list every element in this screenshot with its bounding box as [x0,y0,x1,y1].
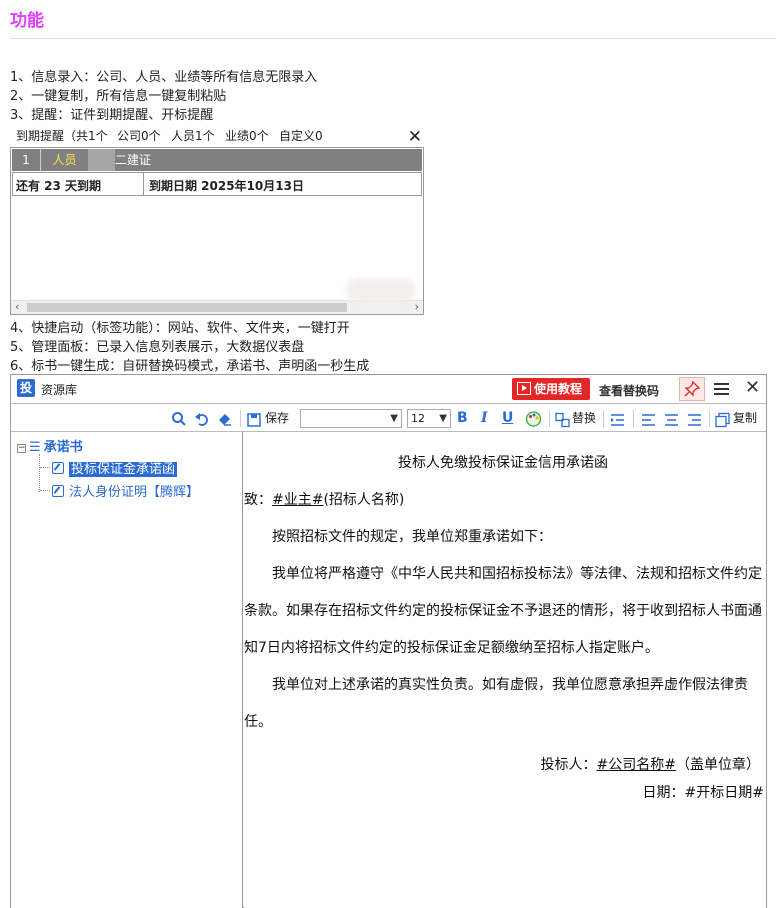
resource-library-window: 投 资源库 使用教程 查看替换码 ✕ 保存 ▼ 12 ▼ B I U 替换 复制… [10,374,767,908]
undo-icon[interactable] [194,409,210,429]
chevron-down-icon: ▼ [390,413,398,424]
tab-expiry-reminders[interactable]: 到期提醒（共1个 [16,127,108,144]
edit-icon [52,462,64,474]
list-icon: ☰ [29,440,41,455]
scroll-right-icon[interactable]: › [415,300,419,313]
align-left-icon[interactable] [641,410,656,430]
window-close-icon[interactable]: ✕ [745,377,760,398]
reminder-row-detail[interactable]: 还有 23 天到期 到期日期 2025年10月13日 [12,172,422,196]
row-category: 人员 [52,153,77,167]
blurred-area [346,278,416,302]
row-index: 1 [12,149,41,171]
doc-signature: 投标人：#公司名称#（盖单位章） [540,757,760,773]
tab-custom[interactable]: 自定义0 [279,127,323,144]
tree-root-label: 承诺书 [43,440,83,455]
doc-para1-line1: 我单位将严格遵守《中华人民共和国招标投标法》等法律、法规和招标文件约定 [272,566,762,582]
search-icon[interactable] [171,409,187,429]
collapse-icon[interactable]: − [17,444,26,453]
feature-line-2: 2、一键复制，所有信息一键复制粘贴 [10,89,227,104]
tree-item-label: 法人身份证明【腾辉】 [69,485,200,500]
feature-line-1: 1、信息录入：公司、人员、业绩等所有信息无限录入 [10,70,318,85]
chevron-down-icon: ▼ [439,413,447,424]
scroll-thumb[interactable] [27,303,347,312]
bold-icon[interactable]: B [457,408,468,428]
close-icon[interactable]: ✕ [408,127,422,147]
pin-icon [684,380,701,397]
due-date: 到期日期 2025年10月13日 [149,179,304,193]
doc-para1-line3: 知7日内将招标文件约定的投标保证金足额缴纳至招标人指定账户。 [244,640,659,656]
color-palette-icon[interactable] [525,409,542,429]
editor-toolbar: 保存 ▼ 12 ▼ B I U 替换 复制 [11,403,766,432]
doc-intro: 按照招标文件的规定，我单位郑重承诺如下： [272,529,552,545]
doc-para2-line1: 我单位对上述承诺的真实性负责。如有虚假，我单位愿意承担弄虚作假法律责 [272,677,748,693]
copy-button[interactable]: 复制 [733,408,757,428]
row-cert: 二建证 [115,153,152,167]
tree-item-label: 投标保证金承诺函 [69,462,178,477]
feature-line-4: 4、快捷启动（标签功能）：网站、软件、文件夹，一键打开 [10,321,350,336]
font-size-select[interactable]: 12 ▼ [407,409,451,428]
tab-performance[interactable]: 业绩0个 [225,127,269,144]
document-editor[interactable]: 投标人免缴投标保证金信用承诺函 致：#业主#(招标人名称) 按照招标文件的规定，… [244,432,766,908]
edit-icon [52,485,64,497]
tutorial-button[interactable]: 使用教程 [512,378,590,400]
feature-line-5: 5、管理面板：已录入信息列表展示，大数据仪表盘 [10,340,305,355]
doc-para2-line2: 任。 [244,714,272,730]
doc-title: 投标人免缴投标保证金信用承诺函 [398,455,608,471]
replace-button[interactable]: 替换 [572,408,596,428]
tutorial-button-label: 使用教程 [534,382,583,396]
tab-company[interactable]: 公司0个 [117,127,161,144]
horizontal-scrollbar[interactable]: ‹ › [11,300,423,314]
window-titlebar: 投 资源库 使用教程 查看替换码 ✕ [11,375,766,403]
save-button[interactable]: 保存 [265,408,289,428]
copy-icon[interactable] [715,410,730,430]
underline-icon[interactable]: U [502,408,513,428]
page-title: 功能 [10,11,44,31]
save-icon[interactable] [247,410,261,430]
view-codes-button[interactable]: 查看替换码 [599,382,659,399]
window-title: 资源库 [41,383,78,397]
feature-line-3: 3、提醒：证件到期提醒、开标提醒 [10,108,214,123]
align-right-icon[interactable] [687,410,702,430]
scroll-left-icon[interactable]: ‹ [15,300,19,313]
indent-icon[interactable] [610,410,625,430]
tree-root-node[interactable]: − ☰ 承诺书 [17,436,83,455]
menu-icon[interactable] [714,383,729,398]
tree-item-legal-id[interactable]: 法人身份证明【腾辉】 [52,481,199,500]
doc-para1-line2: 条款。如果存在招标文件约定的投标保证金不予退还的情形，将于收到招标人书面通 [244,603,762,619]
feature-line-6: 6、标书一键生成：自研替换码模式，承诺书、声明函一秒生成 [10,359,370,374]
template-tree: − ☰ 承诺书 投标保证金承诺函 法人身份证明【腾辉】 [11,432,243,908]
tab-personnel[interactable]: 人员1个 [171,127,215,144]
app-logo-icon: 投 [17,379,35,397]
pin-button[interactable] [679,377,705,401]
italic-icon[interactable]: I [481,408,488,428]
divider [10,38,776,39]
days-remaining: 还有 23 天到期 [16,179,102,193]
doc-recipient: 致：#业主#(招标人名称) [244,492,405,508]
tree-item-bid-guarantee[interactable]: 投标保证金承诺函 [52,458,178,477]
reminder-row-header[interactable]: 1 人员 二建证 [12,149,422,171]
replace-icon[interactable] [555,410,570,430]
eraser-icon[interactable] [217,409,233,429]
row-name-masked [88,149,115,171]
font-family-select[interactable]: ▼ [300,409,402,428]
doc-date: 日期：#开标日期# [642,785,764,801]
play-icon [517,382,531,395]
align-center-icon[interactable] [664,410,679,430]
reminder-tabs: 到期提醒（共1个 公司0个 人员1个 业绩0个 自定义0 ✕ [10,125,426,147]
